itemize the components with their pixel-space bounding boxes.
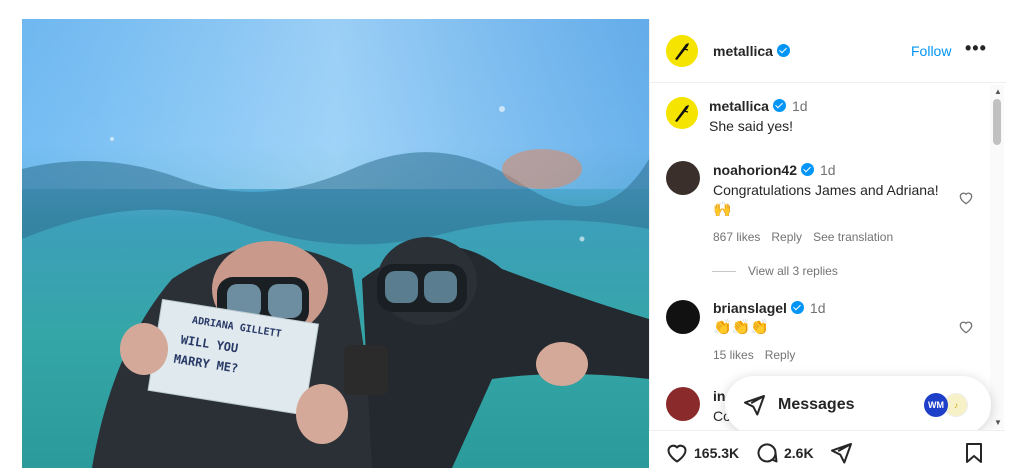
comment-avatar[interactable] [666, 300, 700, 334]
send-icon [744, 395, 765, 416]
save-button[interactable] [962, 441, 986, 465]
reply-button[interactable]: Reply [765, 348, 796, 362]
comment-time[interactable]: 1d [810, 300, 826, 316]
reply-button[interactable]: Reply [771, 230, 802, 244]
comment-likes[interactable]: 15 likes [713, 348, 754, 362]
author-avatar[interactable] [666, 35, 698, 67]
nav-rail-edge [0, 0, 22, 468]
comment-like-heart-icon[interactable] [958, 190, 974, 206]
comment-username[interactable]: noahorion42 1d [713, 162, 836, 178]
share-button[interactable] [829, 441, 853, 465]
share-icon [831, 443, 852, 464]
caption-time[interactable]: 1d [792, 98, 808, 114]
comment-like-heart-icon[interactable] [958, 319, 974, 335]
verified-badge-icon [776, 44, 790, 57]
caption-username[interactable]: metallica 1d [709, 98, 808, 114]
comment-emoji: 👏👏👏 [713, 319, 770, 336]
caption-avatar[interactable] [666, 97, 698, 129]
more-options-button[interactable]: ••• [965, 38, 987, 59]
comment-text: Congratulations James and Adriana! [713, 182, 939, 198]
post-actions-bar: 165.3K 2.6K [649, 430, 1005, 468]
comment-bubble-icon [757, 443, 778, 463]
comment-meta: 15 likes Reply [713, 348, 806, 362]
comment-button[interactable]: 2.6K [755, 441, 814, 465]
comment-meta: 867 likes Reply See translation [713, 230, 904, 244]
view-replies-button[interactable]: View all 3 replies [712, 264, 838, 278]
scroll-thumb[interactable] [993, 99, 1001, 145]
scroll-down-arrow-icon[interactable]: ▼ [994, 418, 1002, 427]
like-heart-icon [667, 444, 687, 463]
bookmark-icon [966, 443, 982, 463]
verified-badge-icon [772, 99, 786, 112]
comment-likes[interactable]: 867 likes [713, 230, 760, 244]
like-count[interactable]: 165.3K [694, 445, 739, 461]
comment-count[interactable]: 2.6K [784, 445, 814, 461]
messages-label: Messages [778, 396, 855, 413]
post-image[interactable]: ADRIANA GILLETT WILL YOU MARRY ME? [22, 19, 649, 468]
verified-badge-icon [790, 301, 804, 314]
replies-divider [712, 271, 736, 273]
author-username[interactable]: metallica [713, 43, 790, 59]
see-translation-button[interactable]: See translation [813, 230, 893, 244]
comment-time[interactable]: 1d [820, 162, 836, 178]
scroll-up-arrow-icon[interactable]: ▲ [994, 87, 1002, 96]
comment-username[interactable]: brianslagel 1d [713, 300, 826, 316]
verified-badge-icon [801, 163, 815, 176]
comment-username[interactable]: in [713, 388, 725, 404]
follow-button[interactable]: Follow [911, 43, 951, 59]
comments-scrollbar[interactable]: ▲ ▼ [990, 85, 1004, 429]
comment-avatar[interactable] [666, 161, 700, 195]
post-header: metallica Follow ••• [650, 19, 1006, 83]
like-button[interactable]: 165.3K [665, 441, 739, 465]
caption-text: She said yes! [709, 118, 794, 134]
message-avatar-1: WM [924, 393, 948, 417]
messages-button[interactable]: Messages ♪ WM [725, 376, 991, 434]
comment-emoji: 🙌 [713, 201, 732, 218]
comment-avatar[interactable] [666, 387, 700, 421]
